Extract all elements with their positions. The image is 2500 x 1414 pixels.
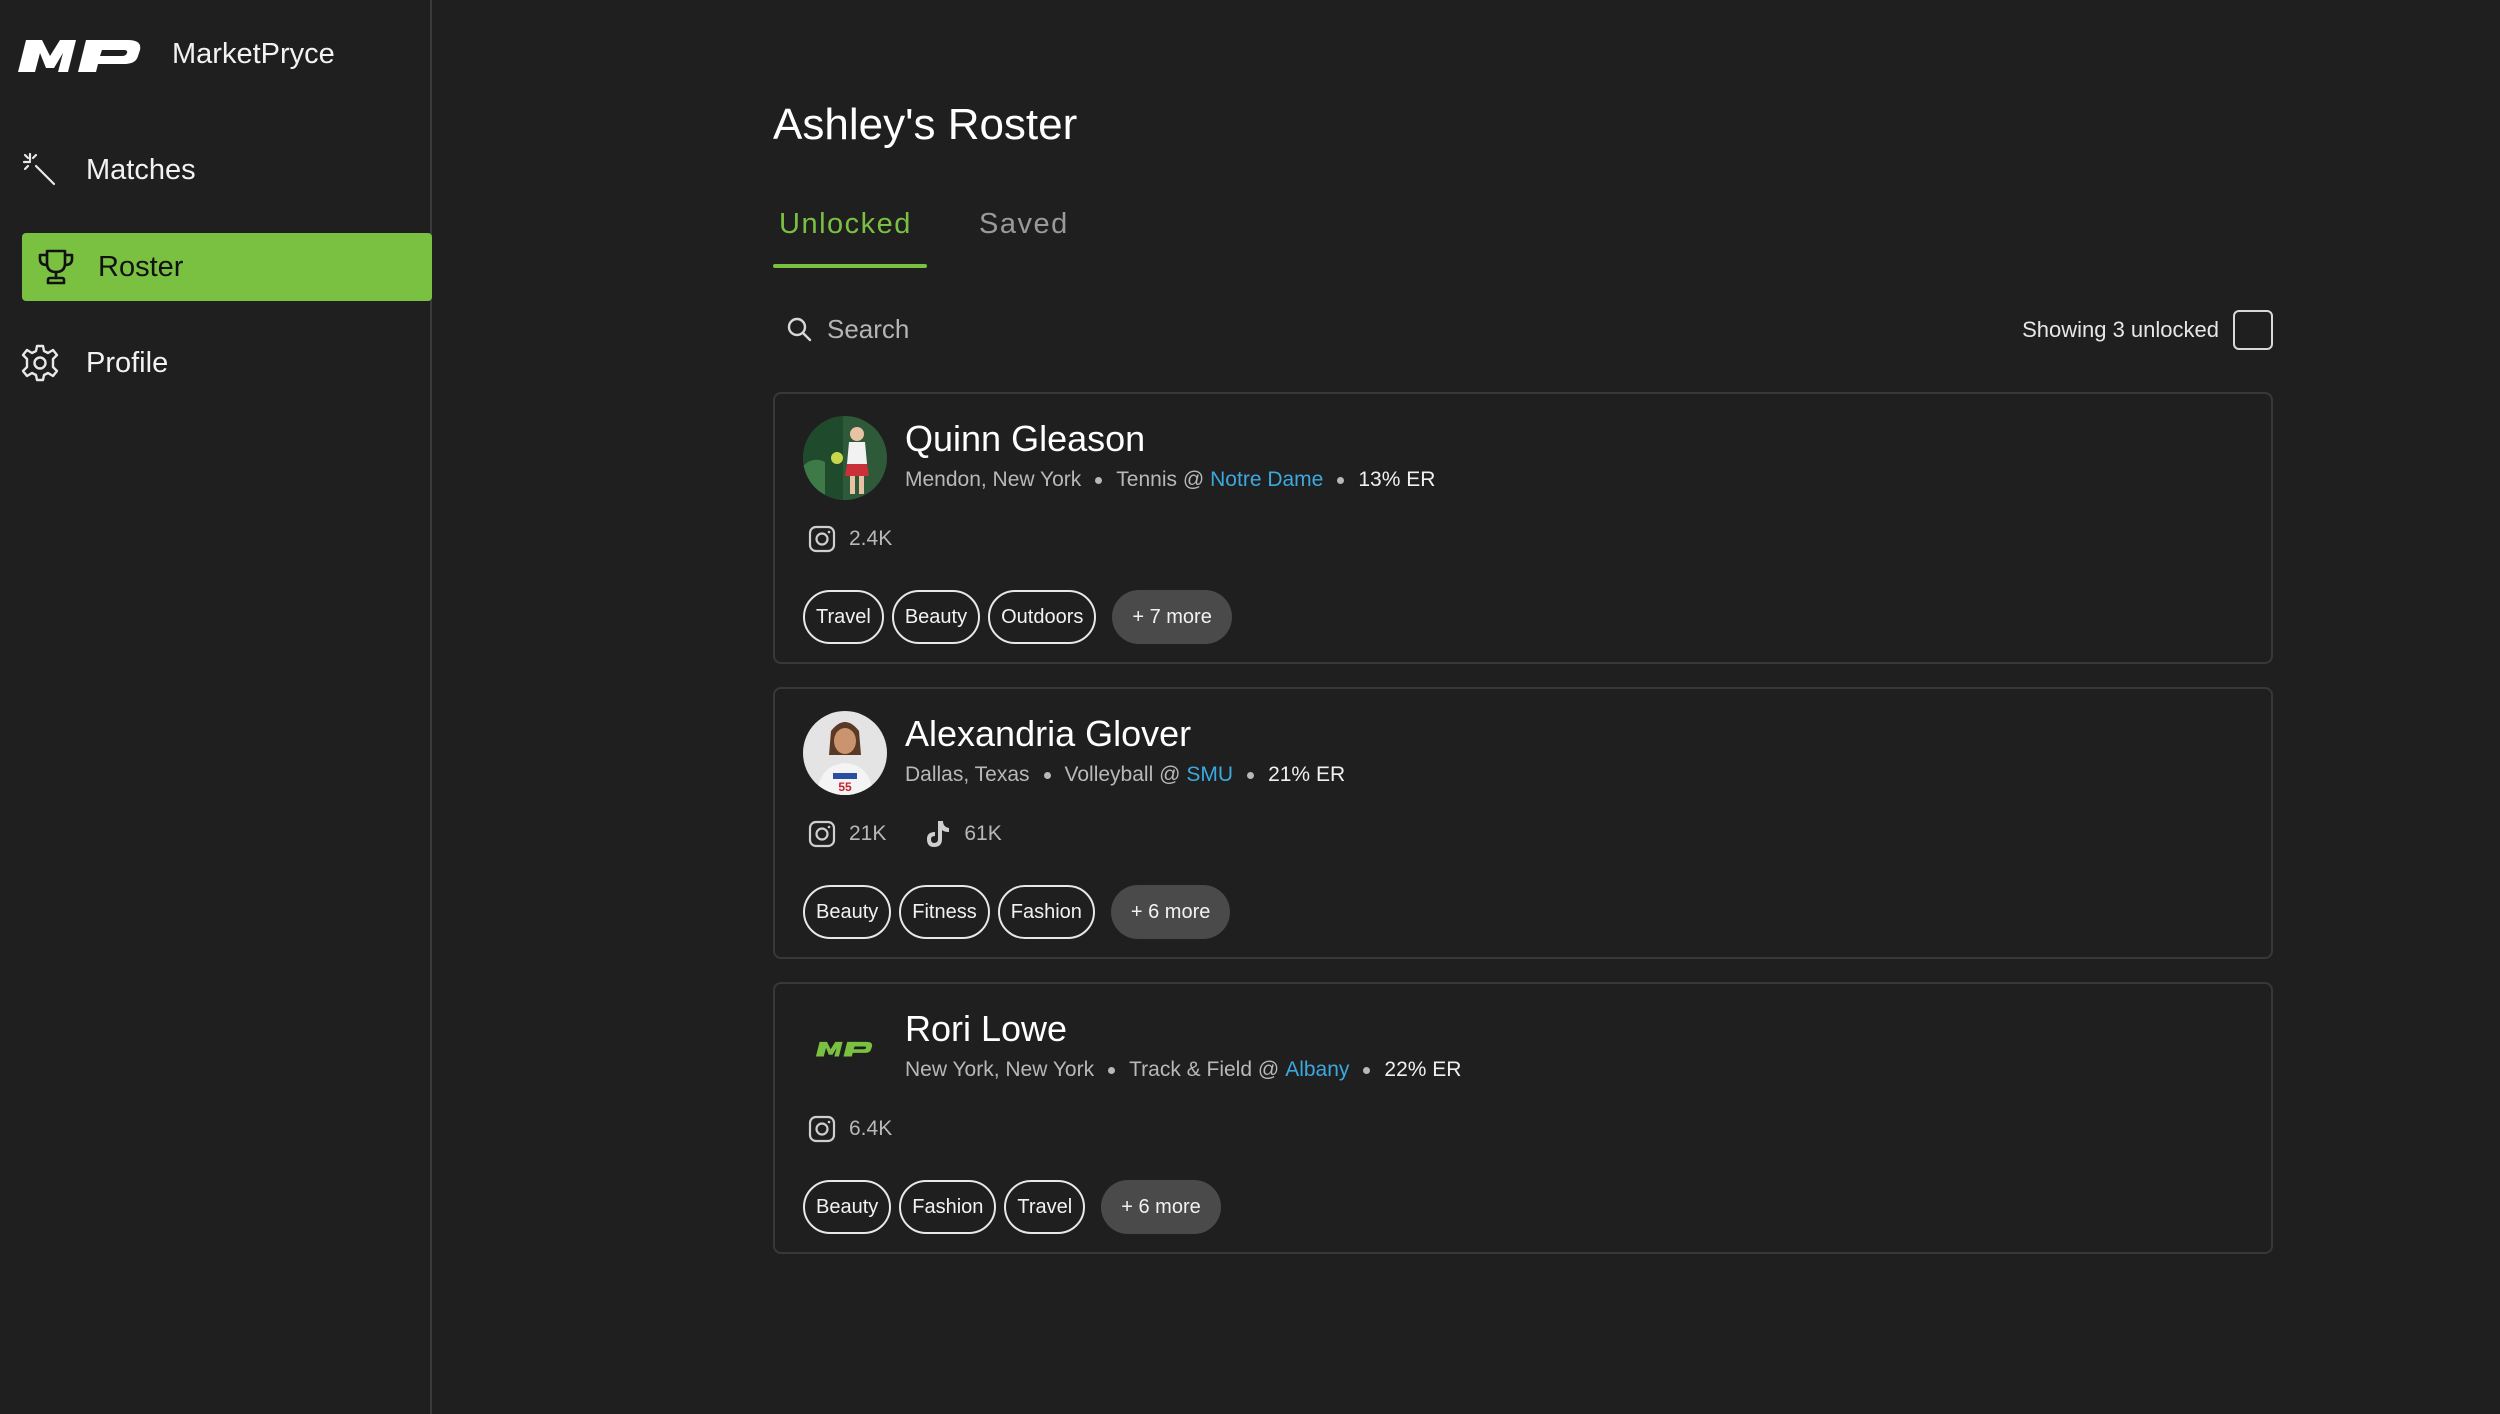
interest-tag: Beauty bbox=[891, 590, 981, 644]
tiktok-icon bbox=[920, 817, 954, 851]
athlete-school-link[interactable]: SMU bbox=[1186, 763, 1233, 787]
athlete-name[interactable]: Alexandria Glover bbox=[905, 713, 1191, 755]
more-tags-button[interactable]: + 6 more bbox=[1101, 1180, 1221, 1234]
page-title: Ashley's Roster bbox=[773, 100, 1078, 149]
gear-icon bbox=[18, 341, 62, 385]
interest-tag: Outdoors bbox=[988, 590, 1097, 644]
social-stat-instagram[interactable]: 21K bbox=[805, 817, 886, 851]
athlete-meta: Dallas, Texas Volleyball @ SMU 21% ER bbox=[905, 763, 1345, 787]
unlocked-checkbox[interactable] bbox=[2233, 310, 2273, 350]
magic-wand-icon bbox=[18, 148, 62, 192]
athlete-avatar bbox=[803, 416, 887, 500]
athlete-card[interactable]: Quinn Gleason Mendon, New York Tennis @ … bbox=[773, 392, 2273, 664]
instagram-icon bbox=[805, 522, 839, 556]
social-stats: 2.4K bbox=[805, 522, 926, 556]
trophy-icon bbox=[34, 245, 78, 289]
interest-tag: Fashion bbox=[899, 1180, 997, 1234]
brand[interactable]: MarketPryce bbox=[16, 34, 335, 76]
engagement-rate: 21% ER bbox=[1268, 763, 1346, 786]
social-stats: 21K 61K bbox=[805, 817, 1036, 851]
social-stat-instagram[interactable]: 6.4K bbox=[805, 1112, 892, 1146]
search-icon bbox=[787, 317, 812, 342]
athlete-location: New York, New York bbox=[905, 1058, 1095, 1081]
more-tags-button[interactable]: + 7 more bbox=[1112, 590, 1232, 644]
interest-tag: Travel bbox=[803, 590, 884, 644]
follower-count: 21K bbox=[849, 822, 887, 845]
social-stats: 6.4K bbox=[805, 1112, 926, 1146]
more-tags-button[interactable]: + 6 more bbox=[1110, 885, 1231, 939]
mp-logo-icon bbox=[18, 40, 141, 72]
separator-dot bbox=[1043, 771, 1051, 779]
athlete-sport: Tennis @ bbox=[1116, 468, 1205, 491]
athlete-avatar: 55 bbox=[803, 711, 887, 795]
athlete-meta: New York, New York Track & Field @ Alban… bbox=[905, 1058, 1461, 1082]
athlete-name[interactable]: Rori Lowe bbox=[905, 1008, 1067, 1050]
interest-tags: Beauty Fashion Travel + 6 more bbox=[803, 1180, 1221, 1234]
tab-unlocked[interactable]: Unlocked bbox=[779, 208, 912, 241]
engagement-rate: 13% ER bbox=[1358, 468, 1436, 491]
svg-text:55: 55 bbox=[838, 780, 852, 794]
interest-tag: Beauty bbox=[803, 885, 892, 939]
social-stat-tiktok[interactable]: 61K bbox=[920, 817, 1002, 851]
search-bar bbox=[773, 308, 1373, 350]
separator-dot bbox=[1095, 476, 1103, 484]
sidebar-item-label: Roster bbox=[98, 250, 184, 283]
tab-saved[interactable]: Saved bbox=[979, 208, 1069, 241]
interest-tag: Fashion bbox=[997, 885, 1095, 939]
separator-dot bbox=[1108, 1066, 1116, 1074]
sidebar-item-label: Profile bbox=[86, 346, 169, 379]
follower-count: 6.4K bbox=[849, 1117, 893, 1140]
follower-count: 61K bbox=[964, 822, 1002, 845]
engagement-rate: 22% ER bbox=[1384, 1058, 1462, 1081]
interest-tag: Travel bbox=[1004, 1180, 1086, 1234]
athlete-sport: Volleyball @ bbox=[1064, 763, 1181, 786]
interest-tags: Beauty Fitness Fashion + 6 more bbox=[803, 885, 1231, 939]
active-tab-indicator bbox=[773, 264, 927, 268]
showing-count-label: Showing 3 unlocked bbox=[2022, 317, 2219, 342]
sidebar-item-profile[interactable]: Profile bbox=[18, 329, 428, 397]
athlete-sport: Track & Field @ bbox=[1129, 1058, 1280, 1081]
separator-dot bbox=[1337, 476, 1345, 484]
follower-count: 2.4K bbox=[849, 527, 893, 550]
instagram-icon bbox=[805, 1112, 839, 1146]
instagram-icon bbox=[805, 817, 839, 851]
app-root: MarketPryce Matches Roster Profile Ashle… bbox=[0, 0, 2500, 1414]
search-input[interactable] bbox=[827, 313, 1227, 345]
unlocked-filter: Showing 3 unlocked bbox=[2022, 310, 2273, 350]
athlete-location: Mendon, New York bbox=[905, 468, 1082, 491]
athlete-location: Dallas, Texas bbox=[905, 763, 1030, 786]
athlete-meta: Mendon, New York Tennis @ Notre Dame 13%… bbox=[905, 468, 1435, 492]
interest-tags: Travel Beauty Outdoors + 7 more bbox=[803, 590, 1232, 644]
athlete-avatar bbox=[803, 1006, 887, 1090]
athlete-school-link[interactable]: Albany bbox=[1285, 1058, 1349, 1082]
athlete-card[interactable]: 55 Alexandria Glover Dallas, Texas Volle… bbox=[773, 687, 2273, 959]
athlete-card[interactable]: Rori Lowe New York, New York Track & Fie… bbox=[773, 982, 2273, 1254]
sidebar-item-matches[interactable]: Matches bbox=[18, 136, 428, 204]
interest-tag: Fitness bbox=[899, 885, 990, 939]
social-stat-instagram[interactable]: 2.4K bbox=[805, 522, 892, 556]
sidebar-item-roster[interactable]: Roster bbox=[22, 233, 432, 301]
sidebar-item-label: Matches bbox=[86, 153, 196, 186]
athlete-school-link[interactable]: Notre Dame bbox=[1210, 468, 1323, 492]
interest-tag: Beauty bbox=[803, 1180, 892, 1234]
sidebar: MarketPryce Matches Roster Profile bbox=[0, 0, 432, 1414]
tab-bar: Unlocked Saved bbox=[773, 208, 1173, 268]
brand-name: MarketPryce bbox=[172, 38, 335, 70]
separator-dot bbox=[1247, 771, 1255, 779]
separator-dot bbox=[1363, 1066, 1371, 1074]
athlete-name[interactable]: Quinn Gleason bbox=[905, 418, 1145, 460]
